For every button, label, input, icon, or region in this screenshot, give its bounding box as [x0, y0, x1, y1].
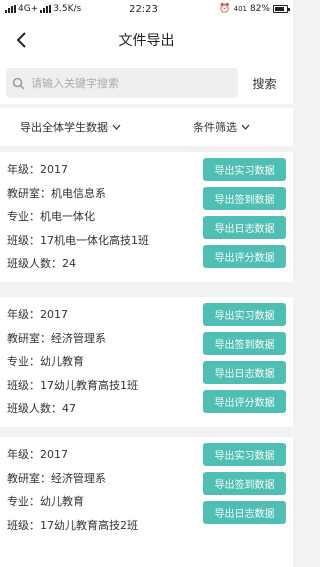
- export-log-button[interactable]: 导出日志数据: [203, 501, 286, 524]
- room-label: 教研室：: [7, 471, 51, 485]
- grade-row: 年级：2017: [7, 158, 149, 182]
- grade-value: 2017: [40, 448, 68, 461]
- export-signin-button[interactable]: 导出签到数据: [203, 187, 286, 210]
- export-buttons: 导出实习数据 导出签到数据 导出日志数据: [203, 443, 286, 524]
- major-value: 机电一体化: [40, 210, 95, 223]
- class-value: 17幼儿教育高技1班: [40, 378, 138, 392]
- room-value: 经济管理系: [51, 331, 106, 345]
- export-all-label: 导出全体学生数据: [20, 121, 108, 134]
- class-value: 17幼儿教育高技2班: [40, 518, 138, 532]
- count-label: 班级人数：: [7, 402, 62, 415]
- major-value: 幼儿教育: [40, 495, 84, 508]
- export-signin-button[interactable]: 导出签到数据: [203, 332, 286, 355]
- battery-text: 82%: [249, 4, 270, 14]
- search-box[interactable]: [6, 68, 238, 98]
- condition-filter-label: 条件筛选: [193, 121, 237, 134]
- count-row: 班级人数：47: [7, 397, 138, 421]
- major-row: 专业：机电一体化: [7, 205, 149, 229]
- export-buttons: 导出实习数据 导出签到数据 导出日志数据 导出评分数据: [203, 303, 286, 413]
- export-signin-button[interactable]: 导出签到数据: [203, 472, 286, 495]
- class-card: 年级：2017 教研室：经济管理系 专业：幼儿教育 班级：17幼儿教育高技1班 …: [0, 297, 293, 427]
- class-info: 年级：2017 教研室：经济管理系 专业：幼儿教育 班级：17幼儿教育高技2班: [7, 443, 138, 537]
- export-score-button[interactable]: 导出评分数据: [203, 390, 286, 413]
- battery-icon: [273, 5, 290, 13]
- alarm-icon: ⏰: [219, 4, 231, 14]
- class-label: 班级：: [7, 518, 40, 532]
- major-row: 专业：幼儿教育: [7, 350, 138, 374]
- room-row: 教研室：经济管理系: [7, 327, 138, 351]
- grade-value: 2017: [40, 163, 68, 176]
- chevron-down-icon: [241, 124, 250, 130]
- status-bar: 4G+ 3.5K/s 22:23 ⏰ 401 82%: [0, 0, 293, 18]
- export-log-button[interactable]: 导出日志数据: [203, 361, 286, 384]
- status-left: 4G+ 3.5K/s: [5, 4, 115, 14]
- room-value: 机电信息系: [51, 186, 106, 200]
- class-info: 年级：2017 教研室：经济管理系 专业：幼儿教育 班级：17幼儿教育高技1班 …: [7, 303, 138, 421]
- class-row: 班级：17幼儿教育高技2班: [7, 514, 138, 538]
- room-label: 教研室：: [7, 331, 51, 345]
- room-label: 教研室：: [7, 186, 51, 200]
- chevron-down-icon: [112, 124, 121, 130]
- class-card: 年级：2017 教研室：经济管理系 专业：幼儿教育 班级：17幼儿教育高技2班 …: [0, 437, 293, 567]
- count-label: 班级人数：: [7, 257, 62, 270]
- class-label: 班级：: [7, 233, 40, 247]
- export-log-button[interactable]: 导出日志数据: [203, 216, 286, 239]
- grade-label: 年级：: [7, 448, 40, 461]
- condition-filter-dropdown[interactable]: 条件筛选: [193, 119, 250, 135]
- grade-label: 年级：: [7, 308, 40, 321]
- search-input[interactable]: [31, 76, 231, 90]
- export-all-dropdown[interactable]: 导出全体学生数据: [20, 119, 121, 135]
- status-right: ⏰ 401 82%: [178, 4, 290, 14]
- signal-icon-2: [40, 5, 52, 13]
- class-info: 年级：2017 教研室：机电信息系 专业：机电一体化 班级：17机电一体化高技1…: [7, 158, 149, 276]
- grade-value: 2017: [40, 308, 68, 321]
- grade-row: 年级：2017: [7, 443, 138, 467]
- network-speed: 3.5K/s: [53, 4, 82, 14]
- export-internship-button[interactable]: 导出实习数据: [203, 443, 286, 466]
- export-score-button[interactable]: 导出评分数据: [203, 245, 286, 268]
- major-label: 专业：: [7, 355, 40, 368]
- major-row: 专业：幼儿教育: [7, 490, 138, 514]
- class-label: 班级：: [7, 378, 40, 392]
- room-row: 教研室：经济管理系: [7, 467, 138, 491]
- page-title: 文件导出: [118, 33, 175, 49]
- room-value: 经济管理系: [51, 471, 106, 485]
- search-icon: [12, 77, 25, 90]
- class-row: 班级：17幼儿教育高技1班: [7, 374, 138, 398]
- grade-row: 年级：2017: [7, 303, 138, 327]
- class-value: 17机电一体化高技1班: [40, 233, 149, 247]
- count-value: 47: [62, 402, 76, 415]
- major-label: 专业：: [7, 210, 40, 223]
- grade-label: 年级：: [7, 163, 40, 176]
- class-card: 年级：2017 教研室：机电信息系 专业：机电一体化 班级：17机电一体化高技1…: [0, 152, 293, 282]
- back-button[interactable]: [10, 28, 32, 52]
- chevron-left-icon: [16, 32, 26, 48]
- signal-icon: [5, 5, 16, 13]
- filter-row: 导出全体学生数据 条件筛选: [0, 108, 293, 146]
- count-row: 班级人数：24: [7, 252, 149, 276]
- major-value: 幼儿教育: [40, 355, 84, 368]
- room-row: 教研室：机电信息系: [7, 182, 149, 206]
- nav-bar: 文件导出: [0, 18, 293, 62]
- export-internship-button[interactable]: 导出实习数据: [203, 158, 286, 181]
- export-buttons: 导出实习数据 导出签到数据 导出日志数据 导出评分数据: [203, 158, 286, 268]
- status-time: 22:23: [129, 3, 158, 15]
- major-label: 专业：: [7, 495, 40, 508]
- export-internship-button[interactable]: 导出实习数据: [203, 303, 286, 326]
- search-button[interactable]: 搜索: [242, 75, 287, 92]
- network-type: 4G+: [18, 4, 39, 14]
- signal-badge: 401: [233, 5, 247, 13]
- count-value: 24: [62, 257, 76, 270]
- class-row: 班级：17机电一体化高技1班: [7, 229, 149, 253]
- search-row: 搜索: [0, 62, 293, 104]
